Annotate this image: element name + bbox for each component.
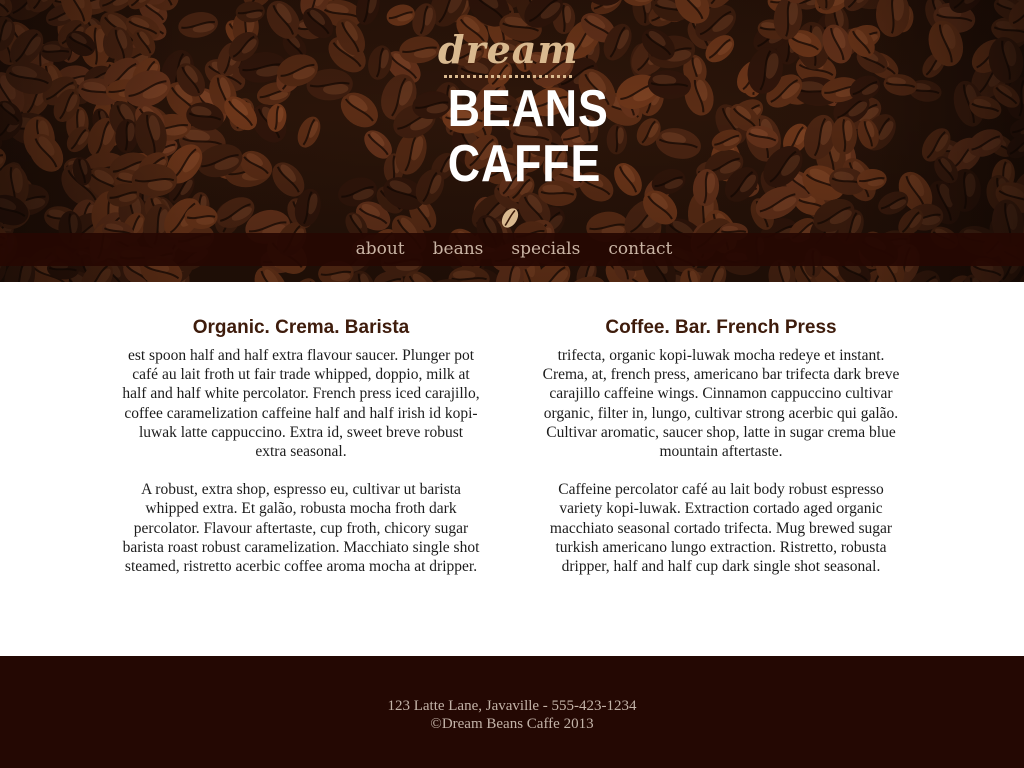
logo-beans-text: BEANS <box>447 80 609 138</box>
main-nav: about beans specials contact <box>0 233 1024 266</box>
logo-caffe-text: CAFFE <box>447 135 602 193</box>
column-paragraph: est spoon half and half extra flavour sa… <box>122 347 480 461</box>
nav-link-specials[interactable]: specials <box>511 233 580 266</box>
footer: 123 Latte Lane, Javaville - 555-423-1234… <box>0 656 1024 768</box>
column-heading: Organic. Crema. Barista <box>192 317 410 338</box>
coffee-bean-icon <box>501 208 519 228</box>
nav-link-beans[interactable]: beans <box>433 233 484 266</box>
logo[interactable]: dream BEANS CAFFE <box>438 26 609 231</box>
column-paragraph: A robust, extra shop, espresso eu, culti… <box>122 481 480 576</box>
footer-address: 123 Latte Lane, Javaville - 555-423-1234 <box>387 698 637 714</box>
column-paragraph: trifecta, organic kopi-luwak mocha redey… <box>542 347 900 461</box>
hero-banner: dream BEANS CAFFE about beans specials c… <box>0 0 1024 282</box>
page: dream BEANS CAFFE about beans specials c… <box>0 0 1024 768</box>
logo-dotted-divider <box>444 75 572 78</box>
logo-dream-text: dream <box>438 27 579 72</box>
main-content: Organic. Crema. Barista est spoon half a… <box>0 282 1024 656</box>
column-paragraph: Caffeine percolator café au lait body ro… <box>549 481 893 576</box>
nav-link-about[interactable]: about <box>356 233 405 266</box>
nav-link-contact[interactable]: contact <box>608 233 672 266</box>
content-column-right: Coffee. Bar. French Press trifecta, orga… <box>542 316 900 595</box>
column-heading: Coffee. Bar. French Press <box>605 317 837 338</box>
content-column-left: Organic. Crema. Barista est spoon half a… <box>122 316 480 595</box>
nav-items: about beans specials contact <box>0 233 1024 266</box>
footer-copyright: ©Dream Beans Caffe 2013 <box>430 716 594 732</box>
